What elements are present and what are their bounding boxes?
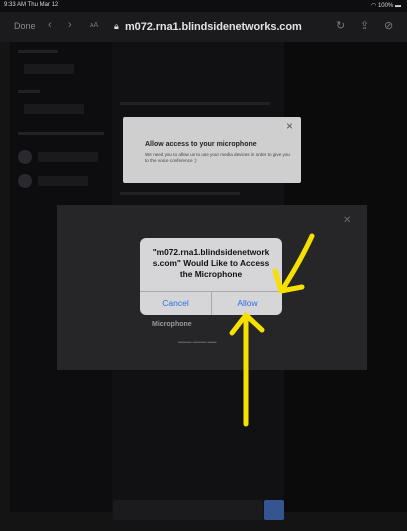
- arrow-icon: [279, 233, 315, 293]
- annotation-arrows: [229, 233, 315, 427]
